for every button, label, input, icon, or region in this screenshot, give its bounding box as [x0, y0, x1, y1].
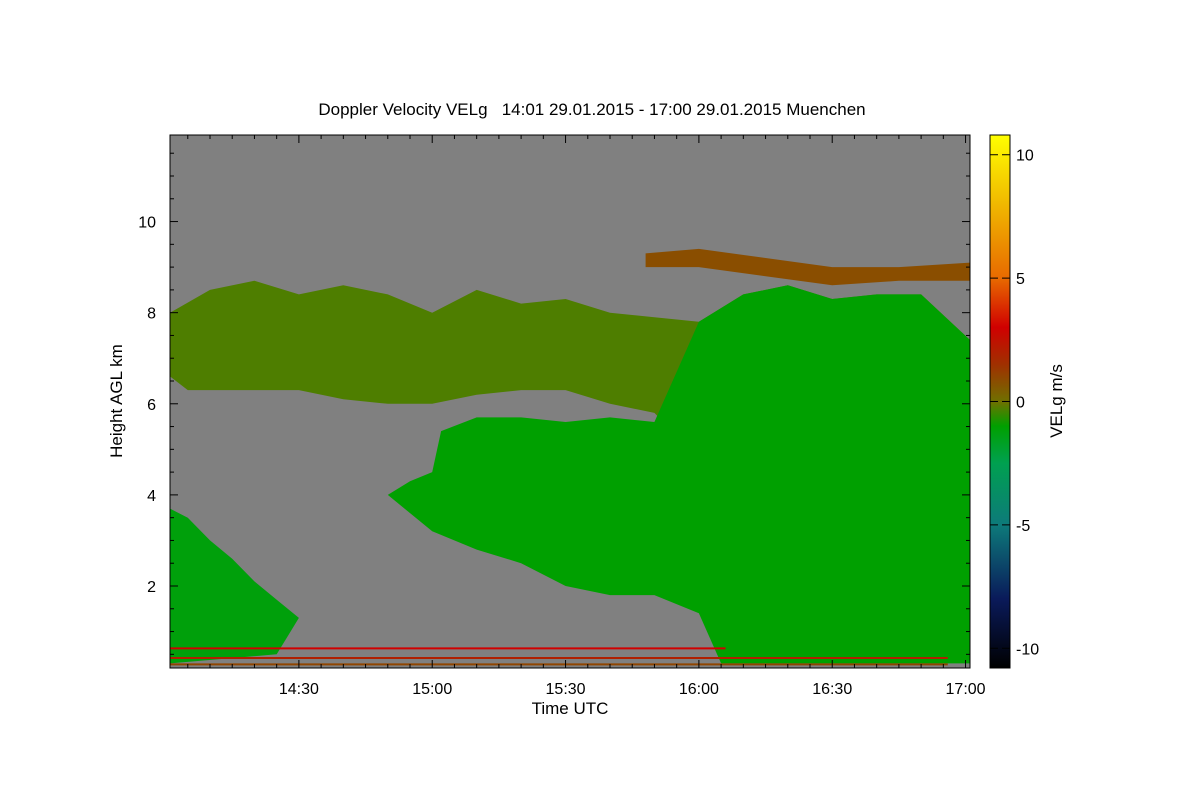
y-tick-label: 6	[147, 397, 156, 414]
chart-title: Doppler Velocity VELg 14:01 29.01.2015 -…	[318, 100, 865, 119]
y-tick-label: 4	[147, 488, 156, 505]
colorbar-tick-label: 10	[1016, 148, 1034, 165]
plot-area	[169, 134, 971, 669]
colorbar: 10 5 0 -5 -10 VELg m/s	[989, 134, 1066, 669]
y-tick-label: 8	[147, 306, 156, 323]
colorbar-tick-label: 0	[1016, 395, 1025, 412]
colorbar-tick-label: -5	[1016, 518, 1030, 535]
colorbar-label: VELg m/s	[1047, 364, 1066, 438]
x-tick-label: 16:00	[679, 681, 719, 698]
y-axis-label: Height AGL km	[107, 344, 126, 458]
colorbar-tick-label: 5	[1016, 271, 1025, 288]
x-axis-label: Time UTC	[532, 699, 609, 718]
colorbar-tick-label: -10	[1016, 641, 1039, 658]
y-tick-label: 10	[138, 215, 156, 232]
x-tick-label: 16:30	[812, 681, 852, 698]
doppler-velocity-chart: Doppler Velocity VELg 14:01 29.01.2015 -…	[107, 100, 1066, 718]
x-tick-label: 17:00	[946, 681, 986, 698]
y-tick-label: 2	[147, 579, 156, 596]
x-tick-label: 14:30	[279, 681, 319, 698]
x-tick-label: 15:00	[412, 681, 452, 698]
x-tick-label: 15:30	[546, 681, 586, 698]
